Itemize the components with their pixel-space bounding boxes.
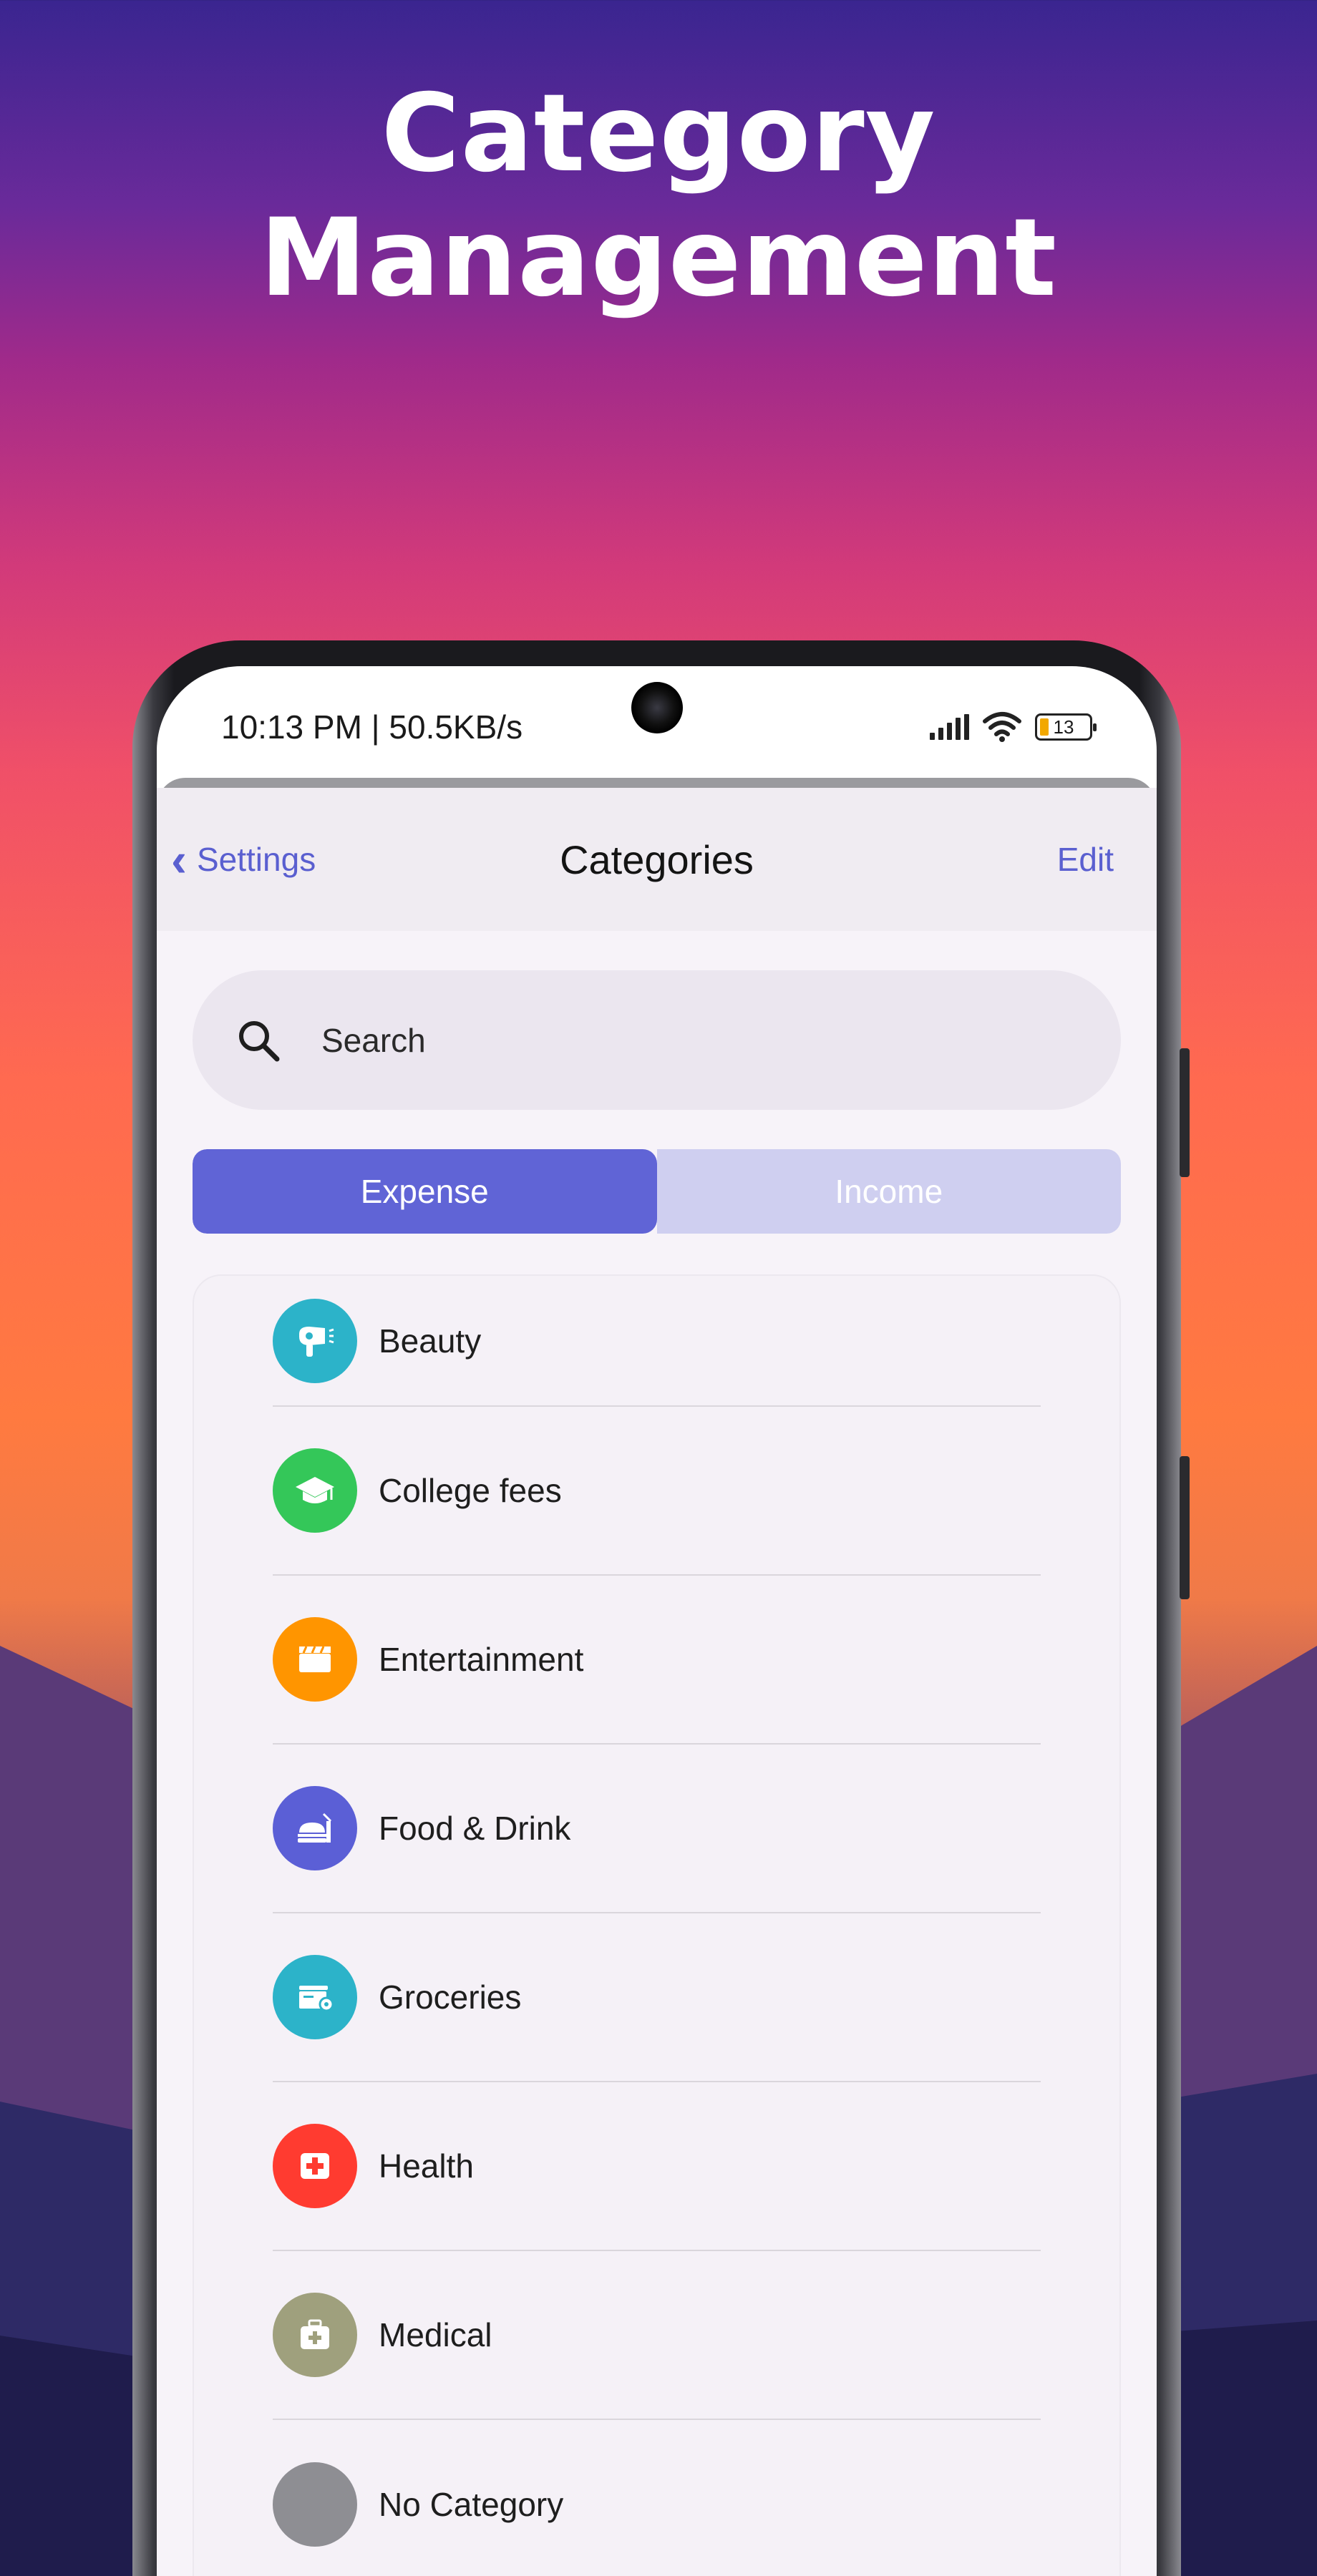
blank-circle-icon bbox=[273, 2462, 357, 2547]
wifi-icon bbox=[983, 712, 1021, 742]
category-row-food-drink[interactable]: Food & Drink bbox=[273, 1745, 1041, 1913]
promo-headline: Category Management bbox=[259, 72, 1058, 321]
tab-income[interactable]: Income bbox=[656, 1149, 1121, 1234]
power-button bbox=[1180, 1456, 1190, 1599]
tab-expense[interactable]: Expense bbox=[193, 1149, 657, 1234]
search-icon bbox=[239, 1020, 280, 1061]
volume-button bbox=[1180, 1048, 1190, 1177]
chevron-left-icon: ‹ bbox=[171, 833, 187, 886]
category-list: Beauty College fees Entertainment Food &… bbox=[193, 1274, 1121, 2576]
search-input[interactable]: Search bbox=[321, 1021, 426, 1060]
category-row-college-fees[interactable]: College fees bbox=[273, 1407, 1041, 1576]
battery-icon: 13 bbox=[1035, 713, 1097, 741]
search-bar[interactable]: Search bbox=[193, 970, 1121, 1110]
back-label: Settings bbox=[196, 841, 316, 878]
category-label: Groceries bbox=[379, 1979, 522, 2016]
edit-button[interactable]: Edit bbox=[1057, 840, 1114, 879]
phone-frame: 10:13 PM | 50.5KB/s 13 ‹ Settings Catego… bbox=[132, 640, 1190, 2576]
type-segmented-control: Expense Income bbox=[193, 1149, 1121, 1234]
category-row-health[interactable]: Health bbox=[273, 2082, 1041, 2251]
category-label: Entertainment bbox=[379, 1641, 584, 1678]
food-drink-icon bbox=[273, 1786, 357, 1870]
category-label: Beauty bbox=[379, 1322, 482, 1360]
categories-screen: ‹ Settings Categories Edit Search Expens… bbox=[157, 788, 1157, 2576]
category-label: Medical bbox=[379, 2316, 492, 2353]
category-row-beauty[interactable]: Beauty bbox=[273, 1276, 1041, 1407]
category-label: Food & Drink bbox=[379, 1810, 571, 1847]
category-label: College fees bbox=[379, 1472, 562, 1509]
category-row-medical[interactable]: Medical bbox=[273, 2251, 1041, 2420]
signal-icon bbox=[930, 714, 969, 740]
first-aid-icon bbox=[273, 2124, 357, 2208]
status-icons: 13 bbox=[930, 711, 1097, 743]
clapperboard-icon bbox=[273, 1617, 357, 1702]
category-label: Health bbox=[379, 2147, 474, 2185]
status-time-speed: 10:13 PM | 50.5KB/s bbox=[221, 708, 523, 746]
phone-screen: 10:13 PM | 50.5KB/s 13 ‹ Settings Catego… bbox=[157, 666, 1157, 2576]
category-row-no-category[interactable]: No Category bbox=[273, 2420, 1041, 2576]
category-row-entertainment[interactable]: Entertainment bbox=[273, 1576, 1041, 1745]
navigation-bar: ‹ Settings Categories Edit bbox=[157, 788, 1157, 931]
category-row-groceries[interactable]: Groceries bbox=[273, 1913, 1041, 2082]
front-camera bbox=[631, 682, 683, 733]
back-button[interactable]: ‹ Settings bbox=[171, 836, 316, 883]
store-icon bbox=[273, 1955, 357, 2039]
graduation-cap-icon bbox=[273, 1448, 357, 1533]
status-bar: 10:13 PM | 50.5KB/s 13 bbox=[157, 666, 1157, 788]
category-label: No Category bbox=[379, 2486, 564, 2523]
medical-bag-icon bbox=[273, 2293, 357, 2377]
hair-dryer-icon bbox=[273, 1298, 357, 1383]
battery-level: 13 bbox=[1053, 716, 1074, 738]
